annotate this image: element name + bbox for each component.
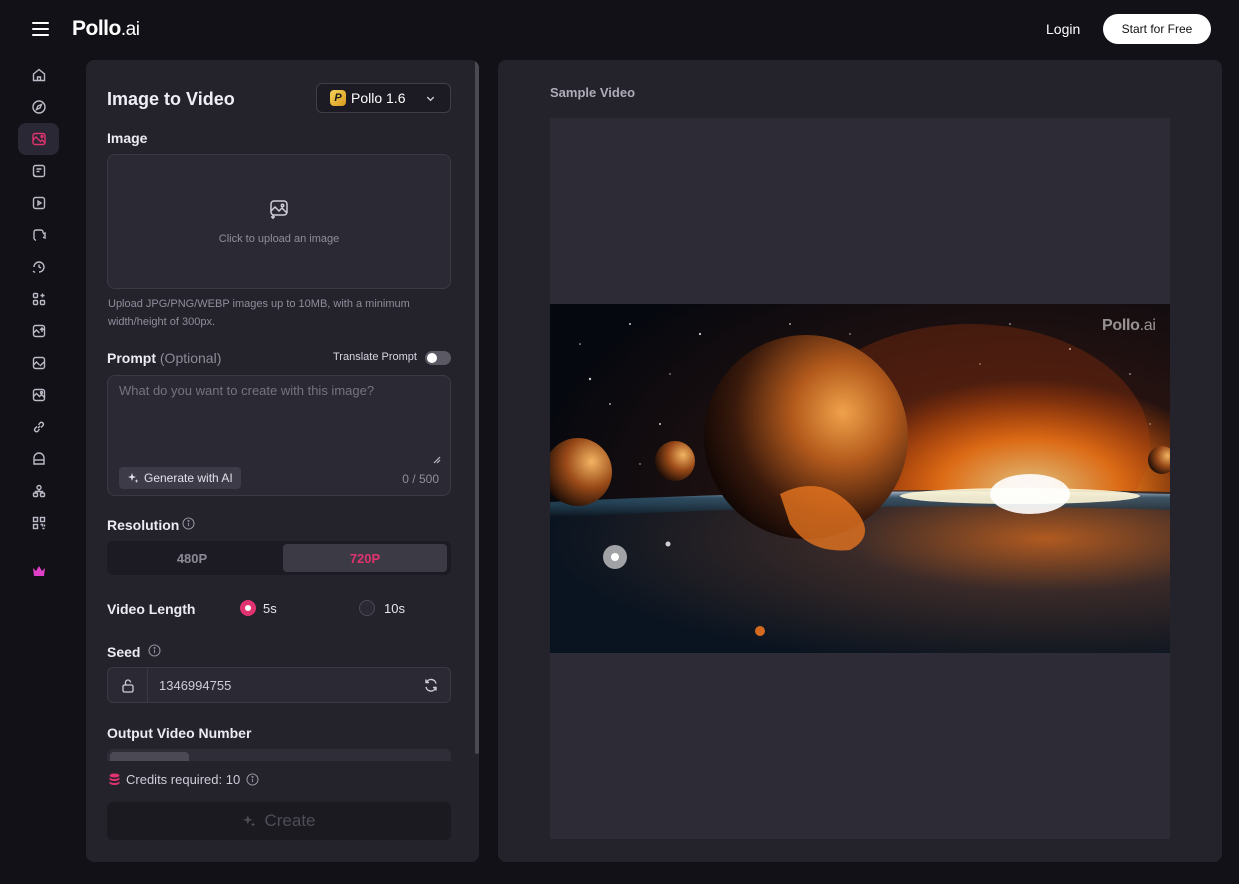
sidebar-item-home[interactable] [18,59,59,91]
sidebar-item-community[interactable] [18,475,59,507]
create-label: Create [264,811,316,830]
panel-scrollbar[interactable] [475,60,479,754]
logo[interactable]: Pollo.ai [72,17,140,41]
image-effects-icon [32,388,45,402]
link-icon [33,421,44,433]
sidebar-item-image-upload[interactable] [18,315,59,347]
sidebar-item-apps[interactable] [18,283,59,315]
generate-with-ai-label: Generate with AI [144,471,233,485]
length-option-10s[interactable]: 10s [384,601,405,616]
coins-icon [109,773,120,785]
watermark-logo: Pollo.ai [1102,317,1156,335]
home-icon [32,68,45,82]
refresh-icon[interactable] [423,677,439,693]
model-badge-icon: P [330,90,346,106]
char-counter: 0 / 500 [402,472,439,486]
image-upload-icon [32,324,45,338]
sidebar-item-text-to-video[interactable] [18,155,59,187]
output-number-selected[interactable] [110,752,189,761]
video-length-label: Video Length [107,601,196,617]
image-label: Image [107,130,148,146]
length-option-5s[interactable]: 5s [263,601,277,616]
length-radio-5s[interactable] [240,600,256,616]
sidebar-item-link[interactable] [18,411,59,443]
chevron-down-icon [426,96,435,102]
sidebar-item-video-history[interactable] [18,251,59,283]
seed-input[interactable]: 1346994755 [159,678,231,693]
top-bar: Pollo.ai Login Start for Free [0,0,1239,60]
credits-text: Credits required: 10 [126,772,241,787]
hamburger-icon[interactable] [32,22,49,36]
compass-icon [31,100,46,114]
info-icon[interactable] [148,644,161,657]
sidebar-item-qr[interactable] [18,507,59,539]
output-number-selector[interactable] [107,749,451,761]
create-button[interactable]: Create [107,802,451,840]
prompt-label: Prompt (Optional) [107,350,221,366]
sample-video-frame [550,304,1170,653]
sidebar-item-video-tools[interactable] [18,219,59,251]
sidebar-item-video-to-video[interactable] [18,187,59,219]
sidebar-item-premium[interactable] [18,555,59,587]
sidebar-item-templates[interactable] [18,443,59,475]
video-to-video-icon [32,196,45,210]
image-edit-icon [32,356,45,370]
resize-grip-icon[interactable] [432,455,441,464]
seed-lock-button[interactable] [108,668,148,702]
watermark-text: Pollo [1102,317,1140,334]
info-icon[interactable] [246,773,259,786]
image-upload-icon [270,200,288,219]
panel-title: Image to Video [107,89,235,109]
output-number-label: Output Video Number [107,725,252,741]
seed-field: 1346994755 [107,667,451,703]
image-upload-area[interactable]: Click to upload an image [107,154,451,289]
model-select[interactable]: P Pollo 1.6 [316,83,451,113]
video-history-icon [32,261,45,274]
unlock-icon [121,678,134,693]
video-tools-icon [32,229,46,242]
logo-text: Pollo [72,17,121,40]
sample-video-label: Sample Video [550,85,636,100]
text-to-video-icon [32,164,45,178]
community-icon [32,484,45,498]
logo-suffix: .ai [120,19,140,40]
upload-hint: Upload JPG/PNG/WEBP images up to 10MB, w… [108,298,410,328]
watermark-suffix: .ai [1139,317,1156,334]
sample-video-player[interactable]: Pollo.ai [550,118,1170,839]
sparkle-icon [128,473,139,483]
sidebar-item-image-edit[interactable] [18,347,59,379]
generate-with-ai-button[interactable]: Generate with AI [119,467,241,489]
preview-panel: Sample Video Pollo.ai [498,60,1222,862]
seed-label: Seed [107,644,141,660]
image-to-video-icon [31,132,46,146]
translate-prompt-toggle[interactable] [425,351,451,365]
apps-icon [32,292,45,306]
credits-info: Credits required: 10 [109,772,259,787]
resolution-label: Resolution [107,517,180,533]
info-icon[interactable] [182,517,195,530]
prompt-input[interactable] [108,376,450,466]
upload-instruction: Click to upload an image [218,233,340,245]
login-link[interactable]: Login [1046,21,1080,37]
sparkle-icon [243,815,256,827]
prompt-box: Generate with AI 0 / 500 [107,375,451,496]
sidebar [18,60,59,587]
crown-icon [32,566,45,576]
length-radio-10s[interactable] [359,600,375,616]
sidebar-item-image-to-video[interactable] [18,123,59,155]
start-for-free-button[interactable]: Start for Free [1103,14,1211,44]
resolution-option-480p[interactable]: 480P [110,544,274,572]
translate-prompt-label: Translate Prompt [333,351,417,363]
resolution-selector: 480P 720P [107,541,451,575]
sidebar-item-explore[interactable] [18,91,59,123]
model-name: Pollo 1.6 [351,90,406,106]
resolution-option-720p[interactable]: 720P [283,544,447,572]
generator-panel: Image to Video P Pollo 1.6 Image Click t… [86,60,479,862]
qr-icon [32,516,45,530]
prompt-label-text: Prompt [107,350,156,366]
sidebar-item-image-effects[interactable] [18,379,59,411]
prompt-optional-text: (Optional) [159,350,222,366]
template-icon [32,452,45,465]
